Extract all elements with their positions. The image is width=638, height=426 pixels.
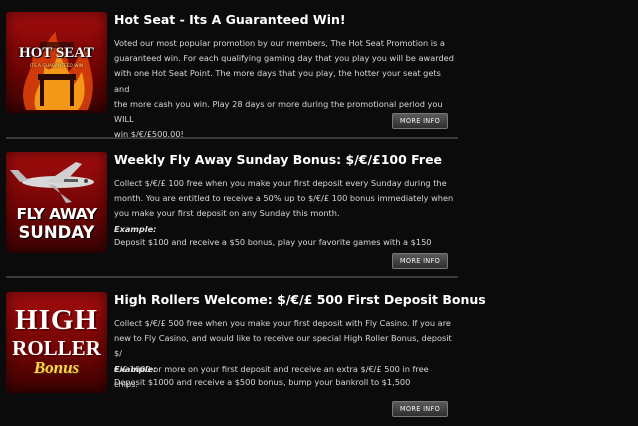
more-info-button[interactable]: MORE INFO [392,253,448,269]
fly-away-sunday-image[interactable]: FLY AWAY SUNDAY [6,152,107,253]
promo-high-rollers: HIGH ROLLER Bonus High Rollers Welcome: … [6,292,486,420]
promo-title: High Rollers Welcome: $/€/£ 500 First De… [114,292,486,307]
more-info-button[interactable]: MORE INFO [392,113,448,129]
example-text: Deposit $100 and receive a $50 bonus, pl… [114,237,432,247]
fly-away-image-line2: SUNDAY [18,223,95,242]
fly-away-image-line1: FLY AWAY [16,205,97,223]
example-label: Example: [114,364,157,374]
promo-title: Weekly Fly Away Sunday Bonus: $/€/£100 F… [114,152,443,167]
more-info-button[interactable]: MORE INFO [392,401,448,417]
flaming-chair-icon [23,32,93,110]
high-roller-image[interactable]: HIGH ROLLER Bonus [6,292,107,393]
hot-seat-image-line1: HOT SEAT [19,45,94,61]
example-label: Example: [114,224,157,234]
hot-seat-image[interactable]: HOT SEAT ITS A GUARANTEED WIN [6,12,107,113]
promo-description: Collect $/€/£ 100 free when you make you… [114,178,454,219]
promo-hot-seat: HOT SEAT ITS A GUARANTEED WIN Hot Seat -… [6,12,458,139]
high-roller-logo: HIGH ROLLER Bonus [12,304,101,377]
promo-fly-away-sunday: FLY AWAY SUNDAY Weekly Fly Away Sunday B… [6,152,458,270]
hot-seat-image-line2: ITS A GUARANTEED WIN [29,64,84,69]
example-text: Deposit $1000 and receive a $500 bonus, … [114,377,411,387]
divider [6,137,458,139]
divider [6,276,458,278]
promo-title: Hot Seat - Its A Guaranteed Win! [114,12,346,27]
